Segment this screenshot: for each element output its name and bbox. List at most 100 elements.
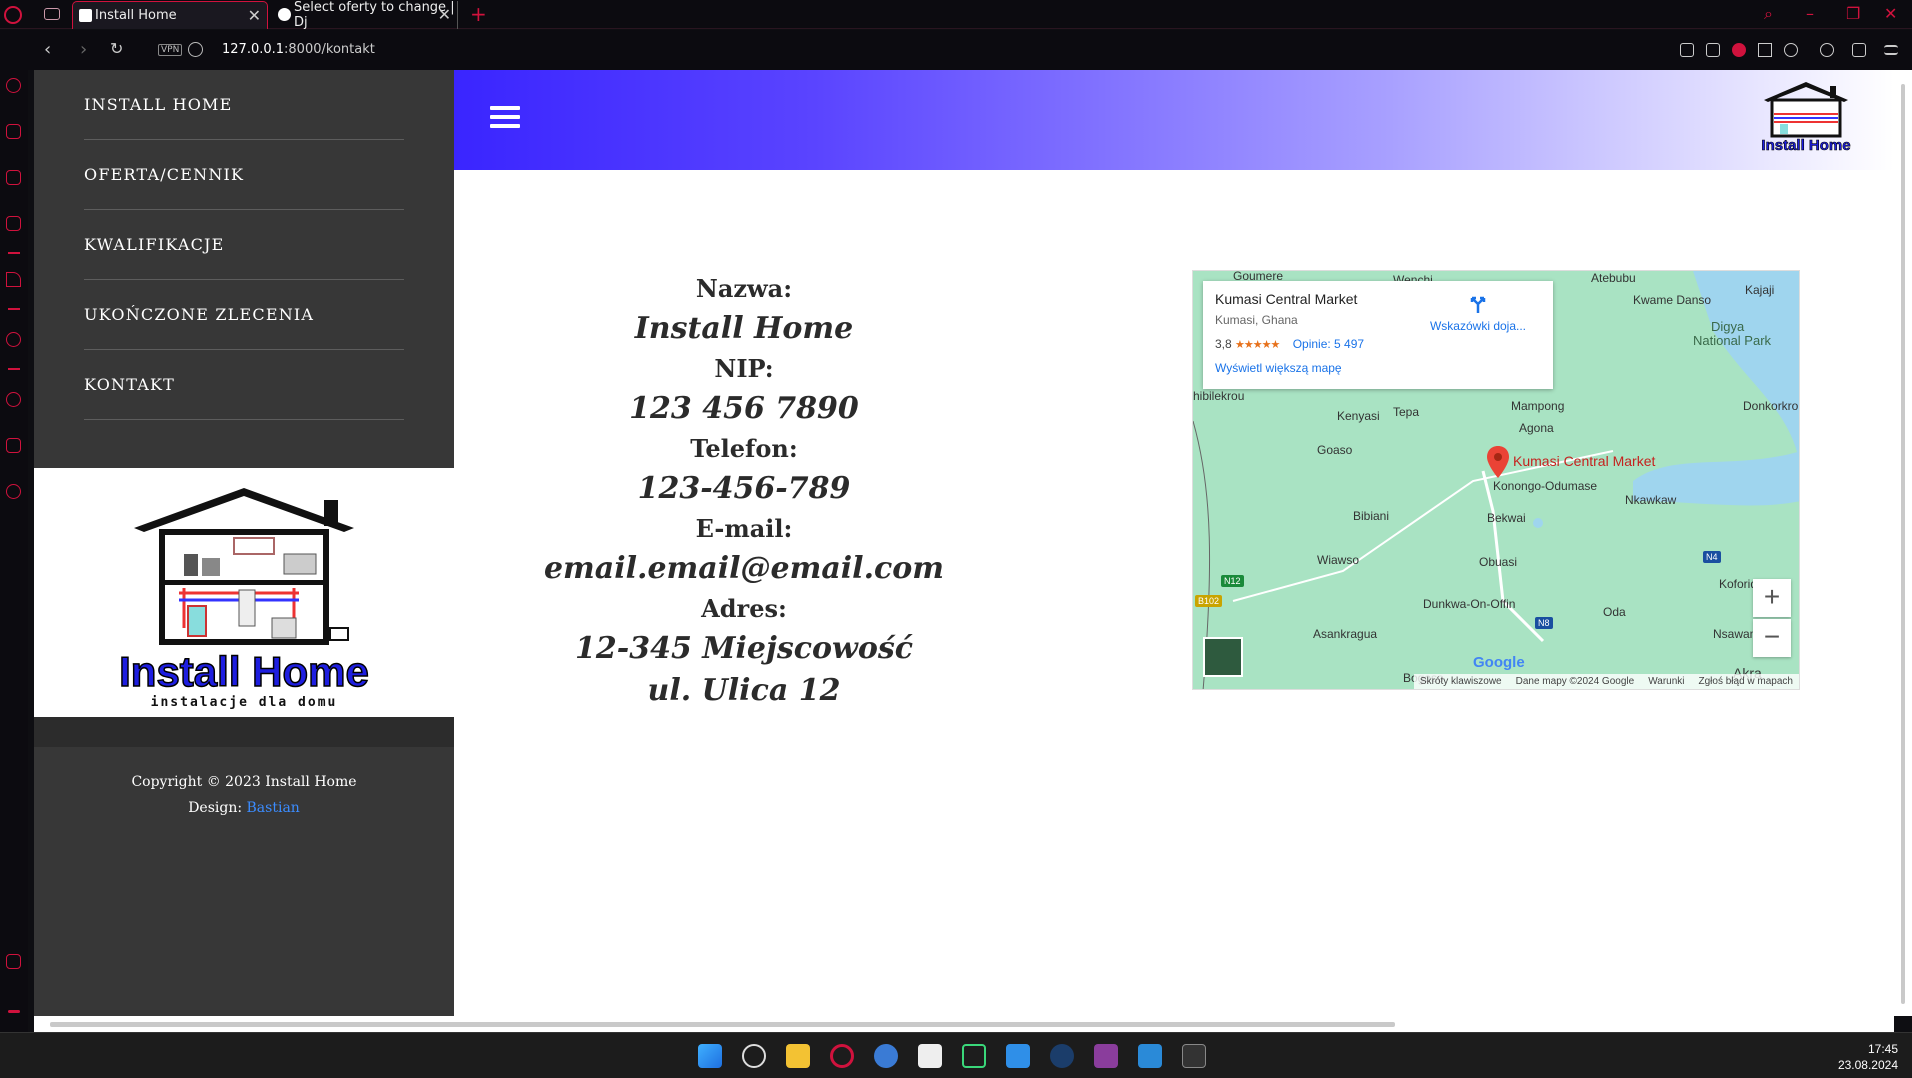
restore-icon[interactable]: ❐ bbox=[1846, 4, 1860, 23]
address-line-2: ul. Ulica 12 bbox=[647, 673, 841, 708]
zoom-in-button[interactable]: + bbox=[1753, 579, 1791, 617]
send-icon[interactable] bbox=[1758, 43, 1772, 57]
speed-dial-icon[interactable] bbox=[6, 78, 21, 93]
vertical-scrollbar[interactable] bbox=[1894, 70, 1912, 1016]
zoom-out-button[interactable]: − bbox=[1753, 619, 1791, 657]
road-badge: N8 bbox=[1535, 617, 1553, 629]
map-pin-icon[interactable] bbox=[1487, 446, 1509, 478]
minimize-icon[interactable]: – bbox=[1806, 4, 1814, 23]
rating-value: 3,8 bbox=[1215, 337, 1232, 351]
new-tab-plus-icon[interactable]: + bbox=[470, 2, 487, 26]
clock-date: 23.08.2024 bbox=[1837, 1058, 1898, 1072]
back-icon[interactable]: ‹ bbox=[44, 39, 51, 60]
site-info-globe-icon[interactable] bbox=[188, 42, 203, 57]
url-path: :8000/kontakt bbox=[284, 42, 375, 57]
vpn-badge[interactable]: VPN bbox=[158, 44, 183, 56]
address-bar: ‹ › ↻ VPN 127.0.0.1:8000/kontakt bbox=[0, 30, 1912, 70]
map-attribution: Skróty klawiszowe Dane mapy ©2024 Google… bbox=[1413, 674, 1799, 689]
app-circle-icon[interactable] bbox=[874, 1044, 898, 1068]
heart-icon[interactable] bbox=[1784, 43, 1798, 57]
vscode-icon[interactable] bbox=[1138, 1044, 1162, 1068]
gallery-icon[interactable] bbox=[6, 954, 21, 969]
more-dots-icon[interactable] bbox=[8, 1010, 20, 1013]
close-icon[interactable]: ✕ bbox=[438, 5, 451, 24]
terminal-icon[interactable] bbox=[1182, 1044, 1206, 1068]
twitch-icon[interactable] bbox=[6, 170, 21, 185]
menu-item-ukonczone-zlecenia[interactable]: UKOŃCZONE ZLECENIA bbox=[84, 280, 404, 350]
camera-icon[interactable] bbox=[1706, 43, 1720, 57]
system-clock[interactable]: 17:45 23.08.2024 bbox=[1838, 1041, 1898, 1073]
history-icon[interactable] bbox=[6, 392, 21, 407]
map-place: Kenyasi bbox=[1337, 409, 1380, 423]
map-place: Mampong bbox=[1511, 399, 1565, 413]
search-icon[interactable] bbox=[742, 1044, 766, 1068]
place-info-card: Kumasi Central Market Kumasi, Ghana 3,8 … bbox=[1203, 281, 1553, 389]
close-window-icon[interactable]: ✕ bbox=[1884, 4, 1897, 23]
url-field[interactable]: 127.0.0.1:8000/kontakt bbox=[222, 42, 375, 57]
menu-item-kwalifikacje[interactable]: KWALIFIKACJE bbox=[84, 210, 404, 280]
directions-button[interactable]: Wskazówki doja... bbox=[1423, 295, 1533, 333]
horizontal-scrollbar[interactable] bbox=[34, 1016, 1894, 1032]
bigger-map-link[interactable]: Wyświetl większą mapę bbox=[1215, 361, 1541, 375]
share-icon[interactable] bbox=[1680, 43, 1694, 57]
report-error-link[interactable]: Zgłoś błąd w mapach bbox=[1699, 676, 1794, 687]
windows-taskbar: 17:45 23.08.2024 bbox=[0, 1032, 1912, 1078]
map-place: Wiawso bbox=[1317, 553, 1360, 567]
instagram-icon[interactable] bbox=[6, 216, 21, 231]
download-icon[interactable] bbox=[1852, 43, 1866, 57]
snipping-tool-icon[interactable] bbox=[918, 1044, 942, 1068]
menu-icon[interactable] bbox=[1884, 45, 1898, 55]
directions-icon bbox=[1470, 296, 1486, 313]
map-data-credit: Dane mapy ©2024 Google bbox=[1515, 676, 1635, 687]
opera-gx-icon[interactable] bbox=[830, 1044, 854, 1068]
designer-link[interactable]: Bastian bbox=[247, 800, 300, 816]
hamburger-menu-icon[interactable] bbox=[490, 106, 520, 130]
adblock-shield-icon[interactable] bbox=[1732, 43, 1746, 57]
gamepad-icon[interactable] bbox=[44, 8, 60, 20]
phone-value: 123-456-789 bbox=[637, 471, 851, 506]
reviews-link[interactable]: Opinie: 5 497 bbox=[1293, 337, 1364, 351]
map-place: hibilekrou bbox=[1193, 389, 1245, 403]
map-place: Asankragua bbox=[1313, 627, 1378, 641]
tab-select-oferty[interactable]: Select oferty to change | Dj ✕ bbox=[272, 0, 458, 30]
pycharm-icon[interactable] bbox=[962, 1044, 986, 1068]
search-tabs-icon[interactable]: ⌕ bbox=[1764, 4, 1773, 24]
header-logo-icon[interactable]: Install Home bbox=[1760, 78, 1852, 154]
steam-icon[interactable] bbox=[1050, 1044, 1074, 1068]
top-header: Install Home bbox=[454, 70, 1894, 170]
profile-icon[interactable] bbox=[1820, 43, 1834, 57]
reload-icon[interactable]: ↻ bbox=[110, 39, 123, 58]
nip-label: NIP: bbox=[714, 354, 774, 383]
house-logo-icon: Install Home instalacje dla domu bbox=[118, 488, 370, 710]
extensions-cube-icon[interactable] bbox=[6, 438, 21, 453]
map-place: Donkorkro bbox=[1743, 399, 1799, 413]
winrar-icon[interactable] bbox=[1094, 1044, 1118, 1068]
player-icon[interactable] bbox=[6, 332, 21, 347]
shopping-bag-icon[interactable] bbox=[6, 124, 21, 139]
menu-item-install-home[interactable]: INSTALL HOME bbox=[84, 70, 404, 140]
notepad-icon[interactable] bbox=[1006, 1044, 1030, 1068]
directions-label: Wskazówki doja... bbox=[1429, 319, 1527, 333]
start-windows-icon[interactable] bbox=[698, 1044, 722, 1068]
satellite-layer-toggle[interactable] bbox=[1203, 637, 1243, 677]
menu-item-kontakt[interactable]: KONTAKT bbox=[84, 350, 404, 420]
embedded-map[interactable]: Goumere Wenchi Atebubu Kwame Danso Kajaj… bbox=[1192, 270, 1800, 690]
scrollbar-thumb[interactable] bbox=[50, 1022, 1395, 1027]
browser-sidebar bbox=[0, 70, 28, 1032]
settings-gear-icon[interactable] bbox=[6, 484, 21, 499]
map-place: Oda bbox=[1603, 605, 1626, 619]
file-explorer-icon[interactable] bbox=[786, 1044, 810, 1068]
menu-item-oferta-cennik[interactable]: OFERTA/CENNIK bbox=[84, 140, 404, 210]
design-label: Design: bbox=[188, 800, 247, 816]
site-favicon-icon bbox=[79, 9, 92, 22]
marker-label[interactable]: Kumasi Central Market bbox=[1513, 453, 1655, 469]
map-place: Kwame Danso bbox=[1633, 293, 1712, 307]
opera-logo-icon[interactable] bbox=[4, 6, 22, 24]
tab-install-home[interactable]: Install Home ✕ bbox=[72, 1, 268, 29]
forward-icon[interactable]: › bbox=[80, 39, 87, 60]
aria-icon[interactable] bbox=[6, 272, 21, 287]
scrollbar-thumb[interactable] bbox=[1901, 84, 1905, 1004]
terms-link[interactable]: Warunki bbox=[1648, 676, 1684, 687]
keyboard-shortcuts-link[interactable]: Skróty klawiszowe bbox=[1420, 676, 1502, 687]
close-icon[interactable]: ✕ bbox=[248, 6, 261, 25]
